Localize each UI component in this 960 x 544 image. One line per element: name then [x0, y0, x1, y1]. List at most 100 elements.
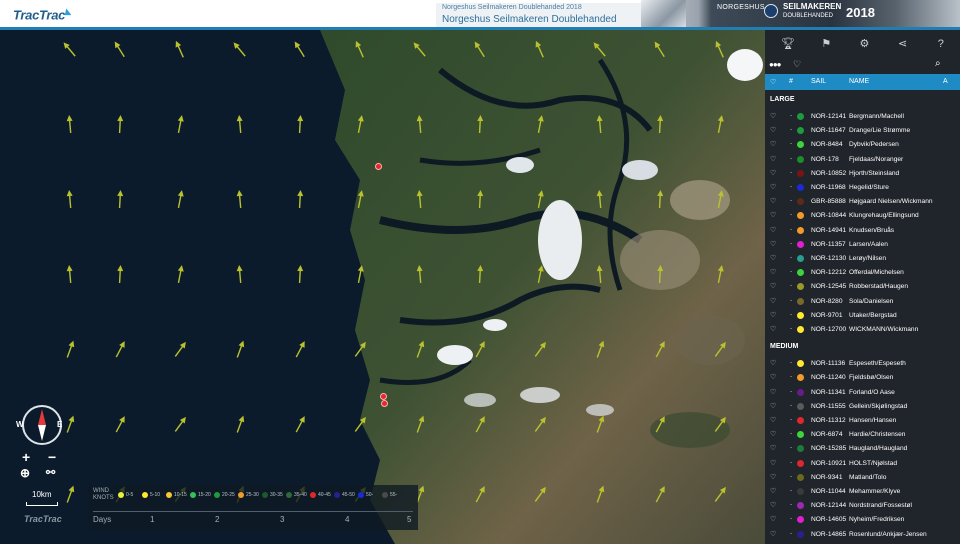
- favourite-heart-icon[interactable]: ♡: [770, 359, 776, 367]
- favourite-heart-icon[interactable]: ♡: [770, 112, 776, 120]
- wind-arrow: [466, 36, 494, 64]
- favourite-column-icon[interactable]: ♡: [770, 78, 776, 86]
- settings-icon[interactable]: ⚙: [857, 37, 871, 51]
- favourite-heart-icon[interactable]: ♡: [770, 155, 776, 163]
- favourite-heart-icon[interactable]: ♡: [770, 388, 776, 396]
- favourite-heart-icon[interactable]: ♡: [770, 226, 776, 234]
- sponsor-banner[interactable]: NORGESHUS SEILMAKEREN DOUBLEHANDED 2018: [641, 0, 960, 27]
- favourite-heart-icon[interactable]: ♡: [770, 240, 776, 248]
- wind-arrow: [106, 411, 134, 439]
- favourite-heart-icon[interactable]: ♡: [770, 444, 776, 452]
- search-icon[interactable]: ⌕: [935, 58, 941, 69]
- rank-cell: -: [790, 444, 793, 452]
- favourite-heart-icon[interactable]: ♡: [770, 169, 776, 177]
- crew-name-cell: Sola/Danielsen: [849, 297, 894, 305]
- boat-row[interactable]: ♡ - NOR-11647 Drange/Lie Strømme: [765, 124, 960, 138]
- sail-cell: NOR-12141: [811, 113, 847, 120]
- event-title-box: Norgeshus Seilmakeren Doublehanded 2018 …: [436, 3, 641, 27]
- boat-color-dot: [797, 445, 804, 453]
- favourite-heart-icon[interactable]: ♡: [770, 297, 776, 305]
- favourite-heart-icon[interactable]: ♡: [770, 268, 776, 276]
- timeline-track[interactable]: [93, 511, 413, 512]
- boat-row[interactable]: ♡ - NOR-9341 Matland/Tolo: [765, 471, 960, 485]
- trophy-icon[interactable]: 🏆︎: [781, 37, 795, 51]
- wind-class-key: 55-: [382, 492, 397, 498]
- boat-color-dot: [797, 402, 804, 410]
- boat-row[interactable]: ♡ - NOR-12545 Robberstad/Haugen: [765, 280, 960, 294]
- wind-icon[interactable]: ⚑: [819, 37, 833, 51]
- favourite-heart-icon[interactable]: ♡: [770, 459, 776, 467]
- favourite-heart-icon[interactable]: ♡: [770, 197, 776, 205]
- boat-row[interactable]: ♡ - NOR-14941 Knudsen/Bruås: [765, 224, 960, 238]
- boat-marker[interactable]: [381, 400, 388, 407]
- boat-row[interactable]: ♡ - NOR-8280 Sola/Danielsen: [765, 295, 960, 309]
- boat-row[interactable]: ♡ - NOR-10852 Hjorth/Steinsland: [765, 167, 960, 181]
- favourite-heart-icon[interactable]: ♡: [770, 402, 776, 410]
- zoom-out-button[interactable]: −: [48, 449, 56, 465]
- wind-arrow: [706, 481, 734, 509]
- favourite-heart-icon[interactable]: ♡: [770, 530, 776, 538]
- help-icon[interactable]: ?: [934, 37, 948, 51]
- boat-row[interactable]: ♡ - NOR-11136 Espeseth/Espeseth: [765, 357, 960, 371]
- boat-row[interactable]: ♡ - NOR-9701 Utaker/Bergstad: [765, 309, 960, 323]
- locate-icon[interactable]: ⊕: [20, 466, 30, 480]
- tractrac-logo[interactable]: TracTrac◣: [13, 7, 71, 22]
- favourite-heart-icon[interactable]: ♡: [770, 311, 776, 319]
- crew-name-cell: WICKMANN/Wickmann: [849, 326, 919, 333]
- favourite-filter-icon[interactable]: ♡: [793, 59, 801, 70]
- boat-row[interactable]: ♡ - NOR-11341 Forland/O Aase: [765, 386, 960, 400]
- boat-row[interactable]: ♡ - NOR-11968 Hegelid/Sture: [765, 181, 960, 195]
- boat-row[interactable]: ♡ - NOR-12130 Lerøy/Nilsen: [765, 252, 960, 266]
- favourite-heart-icon[interactable]: ♡: [770, 373, 776, 381]
- favourite-heart-icon[interactable]: ♡: [770, 416, 776, 424]
- filter-row: ●●● ♡ ⌕: [765, 57, 960, 74]
- boat-row[interactable]: ♡ - NOR-178 Fjeldaas/Noranger: [765, 153, 960, 167]
- favourite-heart-icon[interactable]: ♡: [770, 430, 776, 438]
- boat-row[interactable]: ♡ - NOR-11044 Mehammer/Klyve: [765, 485, 960, 499]
- sail-cell: NOR-14941: [811, 226, 847, 234]
- favourite-heart-icon[interactable]: ♡: [770, 126, 776, 134]
- boat-marker[interactable]: [375, 163, 382, 170]
- share-icon[interactable]: ⋖: [896, 37, 910, 51]
- race-map[interactable]: W E + − ⊕ ⚯ 10km TracTrac WIND KNOTS 0-5 5…: [0, 30, 765, 544]
- favourite-heart-icon[interactable]: ♡: [770, 183, 776, 191]
- favourite-heart-icon[interactable]: ♡: [770, 211, 776, 219]
- sail-column[interactable]: SAIL: [811, 78, 826, 85]
- boat-row[interactable]: ♡ - NOR-11312 Hansen/Hansen: [765, 414, 960, 428]
- favourite-heart-icon[interactable]: ♡: [770, 487, 776, 495]
- boat-marker[interactable]: [380, 393, 387, 400]
- favourite-heart-icon[interactable]: ♡: [770, 325, 776, 333]
- measure-icon[interactable]: ⚯: [46, 466, 55, 479]
- boat-row[interactable]: ♡ - NOR-6874 Hardie/Christensen: [765, 428, 960, 442]
- boat-filter-icon[interactable]: ●●●: [769, 60, 781, 69]
- zoom-in-button[interactable]: +: [22, 449, 30, 465]
- favourite-heart-icon[interactable]: ♡: [770, 473, 776, 481]
- boat-row[interactable]: ♡ - NOR-15285 Haugland/Haugland: [765, 442, 960, 456]
- favourite-heart-icon[interactable]: ♡: [770, 140, 776, 148]
- boat-row[interactable]: ♡ - NOR-8484 Dybvik/Pedersen: [765, 138, 960, 152]
- boat-row[interactable]: ♡ - NOR-12700 WICKMANN/Wickmann: [765, 323, 960, 337]
- name-column[interactable]: NAME: [849, 78, 869, 85]
- boat-row[interactable]: ♡ - NOR-10844 Klungrehaug/Ellingsund: [765, 209, 960, 223]
- boat-row[interactable]: ♡ - NOR-11555 Gellein/Skjølingstad: [765, 400, 960, 414]
- rank-column[interactable]: #: [789, 78, 793, 85]
- favourite-heart-icon[interactable]: ♡: [770, 254, 776, 262]
- boat-row[interactable]: ♡ - NOR-11240 Fjeldsbø/Olsen: [765, 371, 960, 385]
- boat-row[interactable]: ♡ - NOR-12144 Nordstrand/Fossestøl: [765, 499, 960, 513]
- favourite-heart-icon[interactable]: ♡: [770, 501, 776, 509]
- boat-row[interactable]: ♡ - NOR-12212 Offerdal/Michelsen: [765, 266, 960, 280]
- favourite-heart-icon[interactable]: ♡: [770, 515, 776, 523]
- boat-row[interactable]: ♡ - GBR-85888 Højgaard Nielsen/Wickmann: [765, 195, 960, 209]
- boat-row[interactable]: ♡ - NOR-12141 Bergmann/Machell: [765, 110, 960, 124]
- boat-row[interactable]: ♡ - NOR-11357 Larsen/Aalen: [765, 238, 960, 252]
- class-group-label: LARGE: [770, 96, 795, 103]
- rank-cell: -: [790, 282, 793, 290]
- favourite-heart-icon[interactable]: ♡: [770, 282, 776, 290]
- crew-name-cell: Lerøy/Nilsen: [849, 255, 887, 262]
- footer-logo[interactable]: TracTrac: [24, 514, 62, 524]
- boat-row[interactable]: ♡ - NOR-10921 HOLST/Njølstad: [765, 457, 960, 471]
- boat-row[interactable]: ♡ - NOR-14605 Nyheim/Fredriksen: [765, 513, 960, 527]
- compass-icon[interactable]: [22, 405, 62, 445]
- extra-column[interactable]: A: [943, 78, 948, 85]
- boat-row[interactable]: ♡ - NOR-14865 Rosenlund/Ankjær-Jensen: [765, 528, 960, 542]
